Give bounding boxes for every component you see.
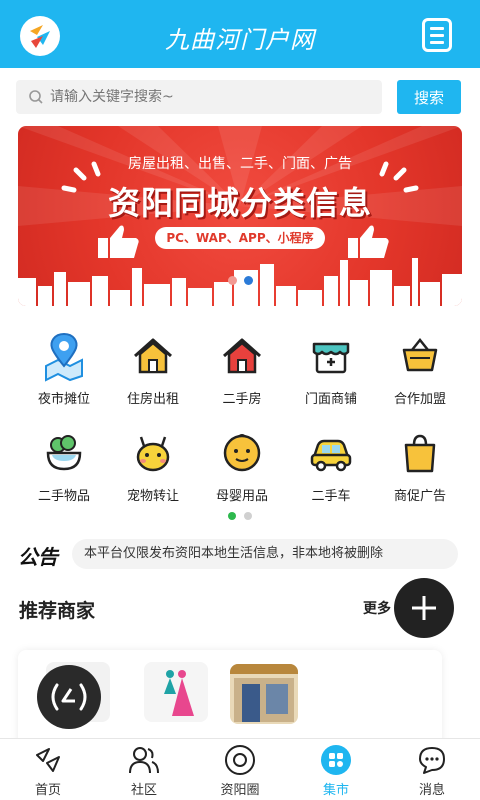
category-label: 宠物转让: [126, 489, 179, 504]
bottom-nav: 首页 社区 资阳圈 集市 消息: [0, 738, 480, 800]
menu-line-icon: [430, 26, 444, 30]
notice-text[interactable]: 本平台仅限发布资阳本地生活信息，非本地将被删除: [72, 539, 458, 569]
add-post-button[interactable]: [394, 578, 454, 638]
category-used-car[interactable]: 二手车: [286, 427, 376, 504]
city-skyline-graphic: [18, 258, 462, 306]
category-promo-ad[interactable]: 商促广告: [375, 427, 465, 504]
nav-label: 集市: [322, 783, 349, 798]
page-title: 九曲河门户网: [165, 26, 315, 54]
category-label: 母婴用品: [215, 489, 268, 504]
house-red-icon: [223, 338, 261, 374]
app-header: 九曲河门户网: [0, 0, 480, 68]
banner-dot[interactable]: [228, 276, 237, 285]
search-input[interactable]: [50, 89, 350, 105]
banner-dot-active[interactable]: [244, 276, 253, 285]
category-night-market[interactable]: 夜市摊位: [19, 330, 109, 407]
search-box: [16, 80, 382, 114]
sound-wave-icon: [51, 683, 87, 711]
section-title: 推荐商家: [19, 600, 96, 622]
category-label: 门面商铺: [304, 392, 357, 407]
nav-label: 首页: [34, 783, 61, 798]
menu-button[interactable]: [422, 18, 452, 52]
category-franchise[interactable]: 合作加盟: [375, 330, 465, 407]
message-icon: [419, 747, 445, 774]
category-label: 二手房: [222, 392, 262, 407]
shopping-bag-icon: [404, 434, 436, 473]
category-label: 合作加盟: [393, 392, 446, 407]
basket-icon: [402, 337, 438, 372]
category-baby[interactable]: 母婴用品: [197, 427, 287, 504]
promo-banner[interactable]: 房屋出租、出售、二手、门面、广告 资阳同城分类信息 PC、WAP、APP、小程序: [18, 126, 462, 306]
banner-headline: 资阳同城分类信息: [107, 184, 372, 222]
nav-label: 社区: [130, 783, 157, 798]
home-icon: [36, 748, 60, 772]
menu-line-icon: [430, 40, 444, 44]
plus-icon: [412, 596, 436, 620]
category-label: 商促广告: [393, 489, 446, 504]
menu-line-icon: [430, 33, 444, 37]
nav-home[interactable]: 首页: [0, 739, 96, 800]
house-icon: [134, 338, 172, 374]
nav-label: 资阳圈: [220, 783, 260, 798]
merchant-thumb[interactable]: [230, 664, 298, 724]
notice-logo: 公告: [18, 545, 58, 569]
bowl-icon: [46, 435, 82, 471]
category-label: 夜市摊位: [37, 392, 90, 407]
nav-community[interactable]: 社区: [96, 739, 192, 800]
category-shop-front[interactable]: 门面商铺: [286, 330, 376, 407]
nav-label: 消息: [418, 783, 445, 798]
store-icon: [312, 342, 350, 374]
community-icon: [129, 747, 159, 774]
merchant-thumb[interactable]: [144, 662, 208, 722]
category-house-rent[interactable]: 住房出租: [108, 330, 198, 407]
baby-icon: [223, 434, 261, 472]
storefront-photo-icon: [230, 664, 298, 722]
category-page-dot-active[interactable]: [228, 512, 236, 520]
category-used-goods[interactable]: 二手物品: [19, 427, 109, 504]
category-second-house[interactable]: 二手房: [197, 330, 287, 407]
market-icon: [321, 745, 351, 775]
dance-logo-icon: [164, 670, 194, 716]
search-button[interactable]: 搜索: [397, 80, 461, 114]
category-label: 二手车: [311, 489, 351, 504]
search-icon: [29, 90, 43, 104]
banner-subtitle: 房屋出租、出售、二手、门面、广告: [128, 156, 352, 172]
nav-market[interactable]: 集市: [288, 739, 384, 800]
more-link[interactable]: 更多: [363, 598, 391, 618]
circle-icon: [225, 745, 255, 775]
car-icon: [310, 439, 352, 472]
map-pin-icon: [45, 332, 83, 382]
category-label: 住房出租: [126, 392, 179, 407]
nav-messages[interactable]: 消息: [384, 739, 480, 800]
pet-icon: [136, 436, 170, 472]
category-pet[interactable]: 宠物转让: [108, 427, 198, 504]
banner-platforms: PC、WAP、APP、小程序: [155, 227, 325, 249]
floating-assist-button[interactable]: [37, 665, 101, 729]
category-label: 二手物品: [37, 489, 90, 504]
category-page-dot[interactable]: [244, 512, 252, 520]
nav-ziyang-circle[interactable]: 资阳圈: [192, 739, 288, 800]
